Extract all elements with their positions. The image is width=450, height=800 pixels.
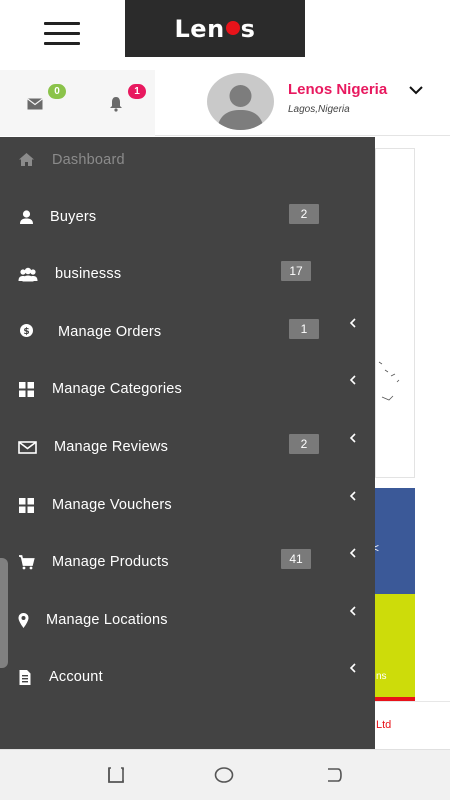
sidebar: Dashboard Buyers 2 businesss 17 $ Manage… [0,137,375,749]
users-group-icon [18,267,38,282]
chevron-left-icon [349,491,356,501]
chevron-left-icon [349,433,356,443]
drawer-edge-handle[interactable] [0,558,8,668]
user-silhouette-icon [217,85,264,130]
chevron-left-icon [349,318,356,328]
chevron-left-icon [349,663,356,673]
sidebar-item-label: Manage Vouchers [52,497,172,513]
envelope-icon [18,441,37,454]
count-badge: 2 [289,204,319,224]
grid-icon [19,498,34,513]
user-icon [20,210,33,224]
stat-panel-lime[interactable] [375,594,415,698]
sidebar-item-label: businesss [55,266,122,282]
svg-text:$: $ [23,327,29,337]
count-badge: 41 [281,549,311,569]
logo-dot [225,20,240,35]
cart-icon [19,555,35,570]
count-badge: 1 [289,319,319,339]
user-name[interactable]: Lenos Nigeria [288,81,387,98]
messages-badge: 0 [48,84,66,99]
grid-icon [19,382,34,397]
content-card [375,148,415,478]
document-icon [19,670,31,685]
notification-area [0,70,155,136]
bell-icon[interactable] [108,96,124,112]
sidebar-item-label: Manage Products [52,554,169,570]
count-badge: 2 [289,434,319,454]
home-circle-icon[interactable] [214,766,234,784]
stat-panel-lime-label: ns [376,671,387,682]
system-nav-bar [0,749,450,800]
sidebar-item-label: Dashboard [52,152,125,168]
recent-apps-icon[interactable] [106,766,126,784]
sidebar-item-manage-orders[interactable]: $ Manage Orders 1 [0,309,375,357]
user-bar: 0 1 Lenos Nigeria Lagos,Nigeria [0,70,450,136]
count-badge: 17 [281,261,311,281]
sidebar-item-account[interactable]: Account [0,654,375,702]
envelope-icon[interactable] [27,98,43,110]
chevron-down-icon[interactable] [408,84,424,96]
back-icon[interactable] [324,766,344,784]
sidebar-item-label: Manage Categories [52,381,182,397]
dollar-circle-icon: $ [20,324,33,337]
sidebar-item-label: Manage Locations [46,612,168,628]
map-pin-icon [18,613,29,628]
sidebar-item-manage-locations[interactable]: Manage Locations [0,597,375,645]
avatar[interactable] [207,73,274,130]
logo-text: Len s [174,14,256,43]
chevron-left-icon [349,375,356,385]
sidebar-item-label: Account [49,669,103,685]
notifications-badge: 1 [128,84,146,99]
home-icon [19,153,34,166]
sidebar-item-manage-products[interactable]: Manage Products 41 [0,539,375,587]
map-sketch [378,361,400,401]
sidebar-item-manage-vouchers[interactable]: Manage Vouchers [0,482,375,530]
sidebar-item-dashboard[interactable]: Dashboard [0,137,375,185]
sidebar-item-businesss[interactable]: businesss 17 [0,251,375,299]
sidebar-item-manage-reviews[interactable]: Manage Reviews 2 [0,424,375,472]
sidebar-item-label: Buyers [50,209,97,225]
hamburger-menu-icon[interactable] [44,22,80,48]
sidebar-item-manage-categories[interactable]: Manage Categories [0,366,375,414]
sidebar-item-buyers[interactable]: Buyers 2 [0,194,375,242]
user-location: Lagos,Nigeria [288,104,350,115]
brand-logo[interactable]: Len s [125,0,305,57]
sidebar-item-label: Manage Reviews [54,439,169,455]
chevron-left-icon [349,548,356,558]
sidebar-item-label: Manage Orders [58,324,162,340]
top-header: Len s [0,0,450,70]
chevron-left-icon [349,606,356,616]
stat-panel-blue[interactable] [375,488,415,594]
footer-text: Ltd [376,719,392,731]
